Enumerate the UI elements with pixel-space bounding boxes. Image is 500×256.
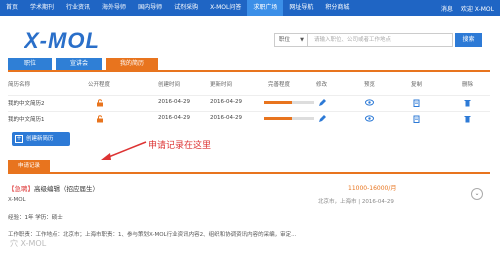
job-description: 工作职责：工作地点：北京市；上海市职责：1、参与策划X-MOL行业资讯内容2、组…	[8, 232, 297, 238]
nav-item[interactable]: 首页	[0, 0, 24, 16]
annotation-text: 申请记录在这里	[148, 141, 212, 151]
nav-item[interactable]: 行业资讯	[60, 0, 96, 16]
tab-jobs[interactable]: 职位	[8, 58, 52, 70]
resume-name[interactable]: 我的中文简历1	[8, 115, 45, 123]
table-row: 我的中文简历1 2016-04-29 2016-04-29	[8, 111, 490, 125]
plus-icon: +	[15, 135, 23, 143]
search-bar: 职位 ▼ 请输入职位、公司或者工作地点	[274, 33, 453, 47]
job-company: X-MOL	[8, 197, 26, 203]
col-public: 公开程度	[88, 82, 111, 88]
col-created: 创建时间	[158, 82, 181, 88]
updated-date: 2016-04-29	[210, 99, 242, 105]
top-nav: 首页 学术期刊 行业资讯 海外导师 国内导师 试剂采购 X-MOL问答 求职广场 网址导航 积分商…	[0, 0, 500, 16]
nav-item[interactable]: X-MOL问答	[204, 0, 247, 16]
nav-item[interactable]: 试剂采购	[168, 0, 204, 16]
trash-icon[interactable]	[464, 115, 471, 125]
tab-my-resume[interactable]: 我的简历	[106, 58, 158, 70]
col-updated: 更新时间	[210, 82, 233, 88]
job-title[interactable]: 【急聘】高级编辑（招应届生）	[8, 183, 99, 193]
tab-applications[interactable]: 申请记录	[8, 160, 50, 172]
job-meta: 北京市，上海市 | 2016-04-29	[318, 199, 394, 205]
progress-bar	[264, 117, 314, 120]
nav-right-item[interactable]: 消息	[441, 4, 453, 13]
copy-icon[interactable]	[413, 115, 420, 125]
created-date: 2016-04-29	[158, 115, 190, 121]
search-input[interactable]: 请输入职位、公司或者工作地点	[308, 33, 453, 47]
watermark: 穴 X-MOL	[10, 239, 47, 248]
nav-right-item[interactable]: 欢迎 X-MOL	[461, 4, 494, 13]
applications-section-header: 申请记录	[8, 160, 490, 174]
search-button[interactable]: 搜索	[455, 33, 482, 47]
col-progress: 完善程度	[268, 82, 291, 88]
nav-item[interactable]: 求职广场	[247, 0, 284, 16]
chevron-down-icon: ▼	[300, 37, 304, 43]
col-preview: 预览	[364, 82, 376, 88]
updated-date: 2016-04-29	[210, 115, 242, 121]
col-edit: 修改	[316, 82, 328, 88]
progress-bar	[264, 101, 314, 104]
col-delete: 删除	[462, 82, 474, 88]
nav-item[interactable]: 国内导师	[132, 0, 168, 16]
nav-right: 消息 欢迎 X-MOL	[441, 0, 494, 16]
edit-icon[interactable]	[318, 115, 326, 125]
edit-icon[interactable]	[318, 99, 326, 109]
table-header: 简历名称 公开程度 创建时间 更新时间 完善程度 修改 预览 复制 删除	[8, 80, 490, 90]
nav-item[interactable]: 网址导航	[283, 0, 319, 16]
table-row: 我的中文简历2 2016-04-29 2016-04-29	[8, 95, 490, 109]
lock-icon[interactable]	[96, 115, 104, 125]
eye-icon[interactable]	[365, 99, 374, 108]
nav-item[interactable]: 积分商城	[319, 0, 355, 16]
job-requirements: 经验：1年 学历：硕士	[8, 215, 63, 221]
created-date: 2016-04-29	[158, 99, 190, 105]
job-salary: 11000-16000/月	[348, 185, 397, 192]
eye-icon[interactable]	[365, 115, 374, 124]
search-type-select[interactable]: 职位 ▼	[274, 33, 308, 47]
trash-icon[interactable]	[464, 99, 471, 109]
svg-text:X-MOL: X-MOL	[24, 28, 100, 52]
tab-bar: 职位 宣讲会 我的简历	[8, 58, 490, 72]
resume-name[interactable]: 我的中文简历2	[8, 99, 45, 107]
create-resume-button[interactable]: + 创建新简历	[12, 132, 70, 146]
expand-icon[interactable]: ⌄	[471, 188, 483, 200]
nav-item[interactable]: 海外导师	[96, 0, 132, 16]
logo: X-MOL	[24, 28, 100, 52]
lock-icon[interactable]	[96, 99, 104, 109]
nav-item[interactable]: 学术期刊	[24, 0, 60, 16]
copy-icon[interactable]	[413, 99, 420, 109]
col-copy: 复制	[411, 82, 423, 88]
tab-presentations[interactable]: 宣讲会	[56, 58, 102, 70]
col-name: 简历名称	[8, 82, 31, 88]
